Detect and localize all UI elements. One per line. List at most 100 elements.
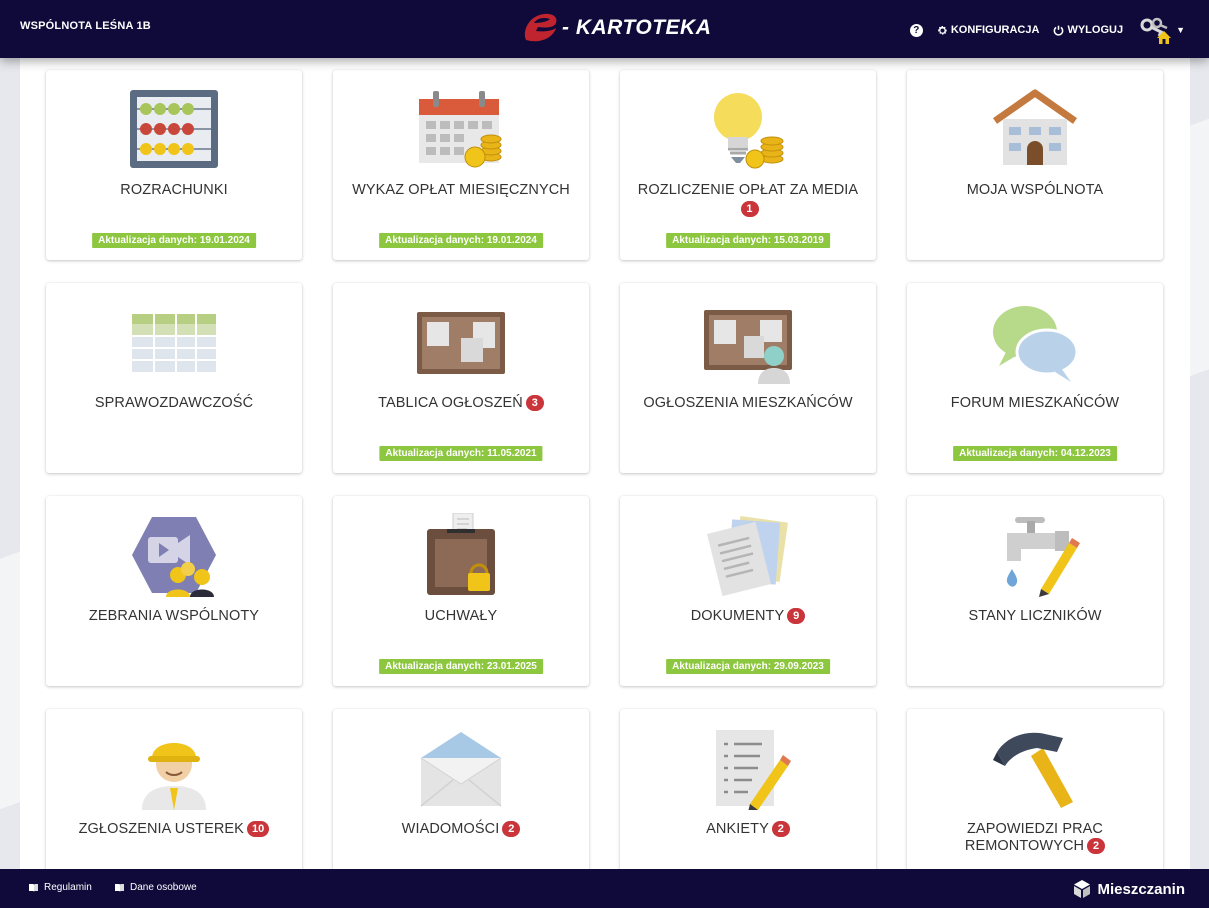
video-meeting-icon — [124, 512, 224, 598]
update-date-badge: Aktualizacja danych: 23.01.2025 — [379, 659, 543, 674]
logo-text: - KARTOTEKA — [562, 16, 712, 39]
logout-label: WYLOGUJ — [1067, 24, 1124, 36]
tile-stany-licznikow[interactable]: STANY LICZNIKÓW — [907, 496, 1163, 686]
notification-count-badge: 3 — [525, 395, 544, 411]
mieszczanin-brand[interactable]: Mieszczanin — [1072, 879, 1185, 899]
faucet-pencil-icon — [985, 512, 1085, 598]
tile-title: ZGŁOSZENIA USTEREK 10 — [54, 821, 294, 838]
gear-icon — [937, 25, 948, 36]
notification-count-badge: 2 — [771, 821, 790, 837]
update-date-badge: Aktualizacja danych: 19.01.2024 — [92, 233, 256, 248]
top-navigation-bar: WSPÓLNOTA LEŚNA 1B - KARTOTEKA ? KONFIGU… — [0, 0, 1209, 58]
tile-title: WIADOMOŚCI 2 — [341, 821, 581, 838]
configuration-label: KONFIGURACJA — [950, 24, 1040, 36]
speech-bubbles-icon — [985, 299, 1085, 385]
book-icon — [114, 883, 125, 893]
tile-zapowiedzi-prac[interactable]: ZAPOWIEDZI PRAC REMONTOWYCH 2 — [907, 709, 1163, 870]
tile-title: FORUM MIESZKAŃCÓW — [915, 395, 1155, 412]
tile-moja-wspolnota[interactable]: MOJA WSPÓLNOTA — [907, 70, 1163, 260]
tile-title: MOJA WSPÓLNOTA — [915, 182, 1155, 199]
tile-title: WYKAZ OPŁAT MIESIĘCZNYCH — [341, 182, 581, 199]
tile-title: STANY LICZNIKÓW — [915, 608, 1155, 625]
tile-label: ROZLICZENIE OPŁAT ZA MEDIA — [637, 182, 859, 198]
tile-forum-mieszkancow[interactable]: FORUM MIESZKAŃCÓW Aktualizacja danych: 0… — [907, 283, 1163, 473]
privacy-label: Dane osobowe — [130, 882, 197, 893]
tile-title: ROZRACHUNKI — [54, 182, 294, 199]
tile-title: ROZLICZENIE OPŁAT ZA MEDIA 1 — [628, 182, 868, 218]
survey-icon — [698, 725, 798, 811]
main-content: ROZRACHUNKI Aktualizacja danych: 19.01.2… — [20, 58, 1190, 870]
update-date-badge: Aktualizacja danych: 11.05.2021 — [379, 446, 543, 461]
cube-logo-icon — [1074, 880, 1091, 898]
community-name: WSPÓLNOTA LEŚNA 1B — [20, 20, 151, 32]
tile-label: WIADOMOŚCI — [401, 821, 500, 837]
update-date-badge: Aktualizacja danych: 29.09.2023 — [666, 659, 830, 674]
lightbulb-coins-icon — [698, 86, 798, 172]
tile-title: DOKUMENTY 9 — [628, 608, 868, 625]
documents-icon — [698, 512, 798, 598]
abacus-icon — [124, 86, 224, 172]
help-button[interactable]: ? — [909, 23, 923, 37]
footer-bar: Regulamin Dane osobowe Mieszczanin — [0, 869, 1209, 908]
tile-title: UCHWAŁY — [341, 608, 581, 625]
tile-tablica-ogloszen[interactable]: TABLICA OGŁOSZEŃ 3 Aktualizacja danych: 1… — [333, 283, 589, 473]
corkboard-person-icon — [698, 299, 798, 385]
tile-label: TABLICA OGŁOSZEŃ — [378, 395, 523, 411]
notification-count-badge: 1 — [740, 201, 759, 217]
tile-title: TABLICA OGŁOSZEŃ 3 — [341, 395, 581, 412]
e-logo-icon — [524, 13, 557, 42]
tile-wykaz-oplat[interactable]: WYKAZ OPŁAT MIESIĘCZNYCH Aktualizacja da… — [333, 70, 589, 260]
tile-label: ROZRACHUNKI — [120, 182, 228, 198]
tile-ankiety[interactable]: ANKIETY 2 — [620, 709, 876, 870]
user-menu-toggle[interactable]: ▼ — [1137, 16, 1185, 44]
tile-sprawozdawczosc[interactable]: SPRAWOZDAWCZOŚĆ — [46, 283, 302, 473]
header-nav: ? KONFIGURACJA WYLOGUJ ▼ — [896, 16, 1185, 44]
notification-count-badge: 2 — [502, 821, 521, 837]
tile-label: FORUM MIESZKAŃCÓW — [950, 395, 1120, 411]
update-date-badge: Aktualizacja danych: 04.12.2023 — [953, 446, 1117, 461]
brand-name: Mieszczanin — [1097, 880, 1185, 898]
notification-count-badge: 2 — [1087, 838, 1106, 854]
logout-button[interactable]: WYLOGUJ — [1053, 24, 1123, 36]
tile-title: SPRAWOZDAWCZOŚĆ — [54, 395, 294, 412]
tile-zgloszenia-usterek[interactable]: ZGŁOSZENIA USTEREK 10 — [46, 709, 302, 870]
tile-rozliczenie-media[interactable]: ROZLICZENIE OPŁAT ZA MEDIA 1 Aktualizacja… — [620, 70, 876, 260]
book-icon — [28, 883, 39, 893]
power-icon — [1053, 25, 1064, 36]
tile-label: UCHWAŁY — [424, 608, 498, 624]
tile-title: ZAPOWIEDZI PRAC REMONTOWYCH 2 — [915, 821, 1155, 855]
tile-ogloszenia-mieszkancow[interactable]: OGŁOSZENIA MIESZKAŃCÓW — [620, 283, 876, 473]
envelope-icon — [411, 725, 511, 811]
tile-label: ZGŁOSZENIA USTEREK — [78, 821, 244, 837]
tile-label: DOKUMENTY — [690, 608, 785, 624]
corkboard-icon — [411, 299, 511, 385]
terms-link[interactable]: Regulamin — [28, 882, 92, 893]
configuration-button[interactable]: KONFIGURACJA — [937, 24, 1040, 36]
calendar-coins-icon — [411, 86, 511, 172]
tile-title: ANKIETY 2 — [628, 821, 868, 838]
tile-title: ZEBRANIA WSPÓLNOTY — [54, 608, 294, 625]
update-date-badge: Aktualizacja danych: 19.01.2024 — [379, 233, 543, 248]
notification-count-badge: 10 — [246, 821, 270, 837]
tile-wiadomosci[interactable]: WIADOMOŚCI 2 — [333, 709, 589, 870]
terms-label: Regulamin — [44, 882, 92, 893]
chevron-down-icon: ▼ — [1176, 25, 1185, 35]
hammer-icon — [985, 725, 1085, 811]
privacy-link[interactable]: Dane osobowe — [114, 882, 197, 893]
tile-label: ZAPOWIEDZI PRAC REMONTOWYCH — [964, 821, 1104, 854]
question-icon: ? — [909, 23, 923, 37]
tile-label: ANKIETY — [706, 821, 769, 837]
tile-label: MOJA WSPÓLNOTA — [966, 182, 1104, 198]
app-logo[interactable]: - KARTOTEKA — [520, 10, 711, 46]
ballot-box-icon — [411, 512, 511, 598]
tile-label: SPRAWOZDAWCZOŚĆ — [94, 395, 254, 411]
tile-label: STANY LICZNIKÓW — [968, 608, 1102, 624]
tile-uchwaly[interactable]: UCHWAŁY Aktualizacja danych: 23.01.2025 — [333, 496, 589, 686]
tile-zebrania-wspolnoty[interactable]: ZEBRANIA WSPÓLNOTY — [46, 496, 302, 686]
notification-count-badge: 9 — [787, 608, 806, 624]
tile-dokumenty[interactable]: DOKUMENTY 9 Aktualizacja danych: 29.09.20… — [620, 496, 876, 686]
tile-rozrachunki[interactable]: ROZRACHUNKI Aktualizacja danych: 19.01.2… — [46, 70, 302, 260]
update-date-badge: Aktualizacja danych: 15.03.2019 — [666, 233, 830, 248]
tile-label: OGŁOSZENIA MIESZKAŃCÓW — [643, 395, 853, 411]
tile-label: ZEBRANIA WSPÓLNOTY — [88, 608, 260, 624]
